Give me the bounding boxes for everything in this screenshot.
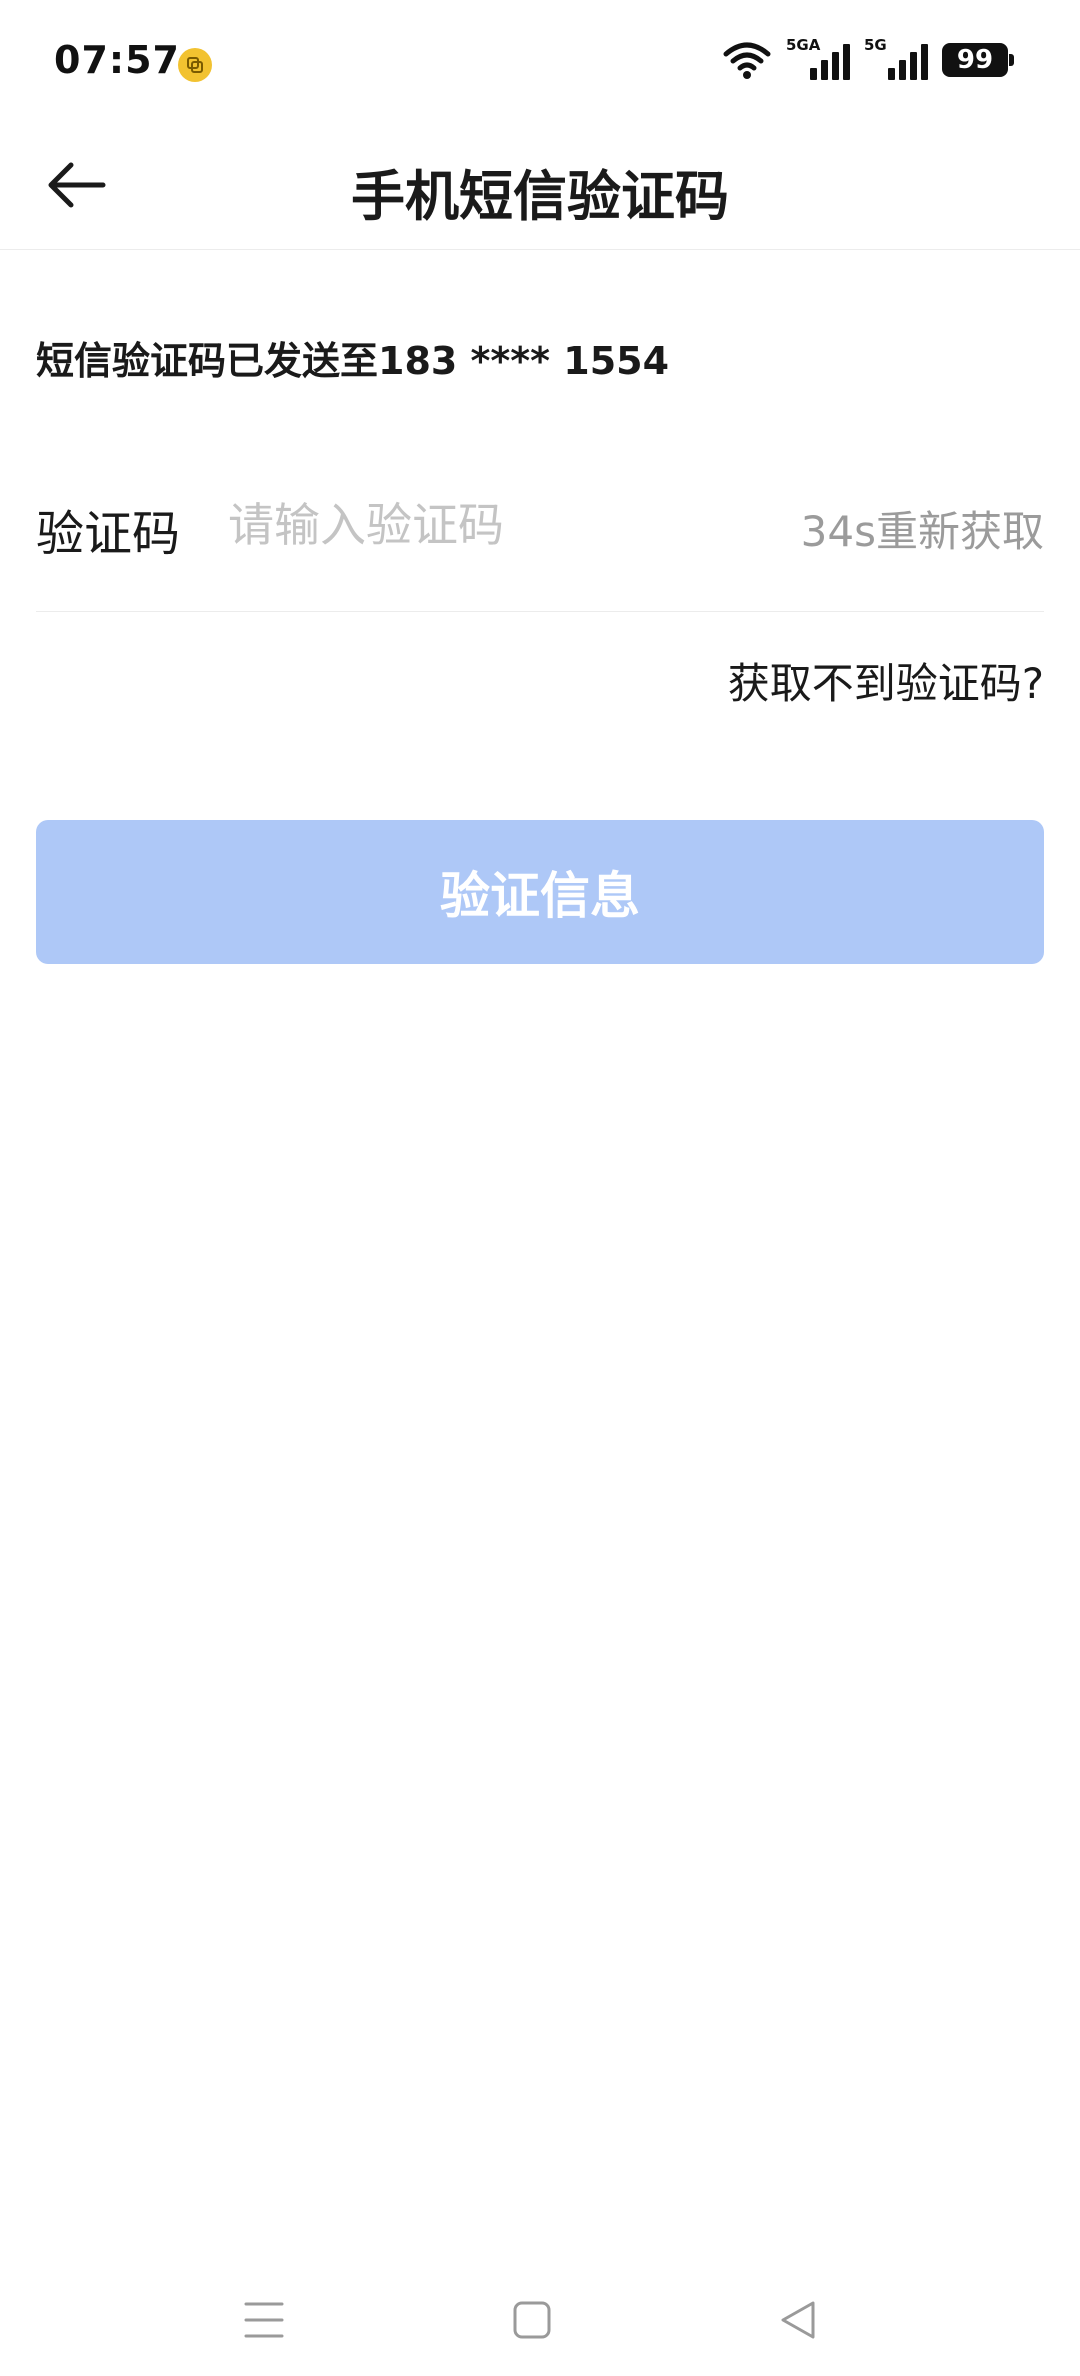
- back-triangle-icon: [781, 2301, 815, 2339]
- resend-code-button[interactable]: 34s重新获取: [801, 498, 1044, 559]
- wifi-icon: [723, 42, 771, 79]
- system-nav-bar: [0, 2260, 1080, 2376]
- verification-code-row: 验证码 34s重新获取: [36, 470, 1044, 612]
- verify-button[interactable]: 验证信息: [36, 820, 1044, 964]
- verify-button-label: 验证信息: [440, 868, 640, 924]
- header: 手机短信验证码: [0, 120, 1080, 250]
- sms-sent-notice: 短信验证码已发送至183 **** 1554: [36, 339, 670, 383]
- status-bar: 07:57 5GA 5G 99: [0, 0, 1080, 120]
- home-icon: [513, 2301, 551, 2339]
- menu-icon: [244, 2302, 284, 2338]
- signal-type-label: 5G: [864, 36, 887, 54]
- battery-icon: 99: [942, 43, 1014, 77]
- status-icons: 5GA 5G 99: [722, 36, 1014, 80]
- menu-button[interactable]: [224, 2280, 304, 2360]
- app-notification-icon: [178, 48, 212, 82]
- signal-icon: 5G: [864, 36, 928, 80]
- home-button[interactable]: [492, 2280, 572, 2360]
- code-label: 验证码: [36, 506, 181, 562]
- cannot-receive-code-link[interactable]: 获取不到验证码?: [728, 650, 1044, 711]
- status-time: 07:57: [54, 38, 180, 82]
- battery-level: 99: [956, 45, 994, 75]
- page-title: 手机短信验证码: [351, 165, 729, 228]
- back-nav-button[interactable]: [758, 2280, 838, 2360]
- signal-icon: 5GA: [786, 36, 850, 80]
- verification-code-input[interactable]: [228, 490, 788, 560]
